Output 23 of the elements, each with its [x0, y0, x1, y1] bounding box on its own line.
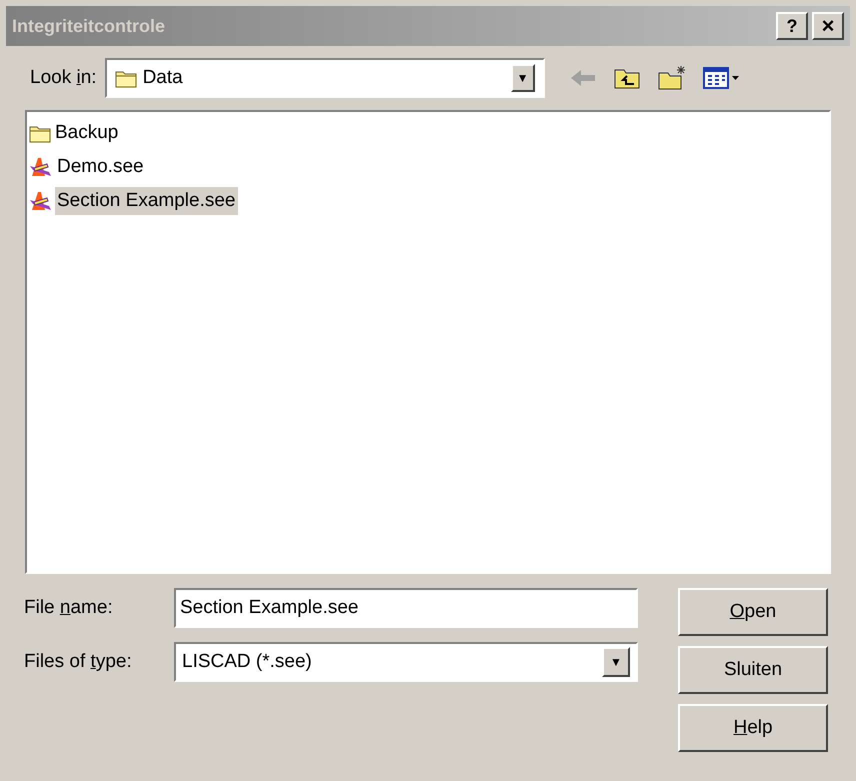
window-title: Integriteitcontrole: [12, 14, 166, 38]
file-item[interactable]: Demo.see: [55, 152, 146, 182]
new-folder-icon[interactable]: [656, 65, 687, 91]
close-button[interactable]: ×: [812, 12, 844, 40]
dialog-button[interactable]: Sluiten: [678, 646, 828, 694]
file-type-label: Files of type:: [24, 650, 133, 674]
look-in-label: Look in:: [30, 66, 97, 90]
look-in-dropdown[interactable]: Data ▼: [104, 58, 545, 98]
file-item[interactable]: Section Example.see: [55, 186, 238, 216]
file-item[interactable]: Backup: [53, 118, 120, 148]
dialog-button[interactable]: Open: [678, 588, 828, 636]
view-menu-icon[interactable]: [702, 66, 741, 90]
dropdown-button[interactable]: ▼: [510, 64, 535, 92]
file-name-label: File name:: [24, 596, 114, 620]
file-name-field[interactable]: Section Example.see: [174, 588, 638, 628]
file-type-value: LISCAD (*.see): [182, 650, 313, 674]
dialog-button[interactable]: Help: [678, 704, 828, 752]
file-type-dropdown[interactable]: LISCAD (*.see) ▼: [174, 642, 638, 682]
tools-icon: [29, 190, 53, 212]
look-in-value: Data: [142, 66, 184, 90]
tools-icon: [29, 156, 53, 178]
dropdown-button[interactable]: ▼: [602, 647, 630, 677]
help-button[interactable]: ?: [776, 12, 808, 40]
